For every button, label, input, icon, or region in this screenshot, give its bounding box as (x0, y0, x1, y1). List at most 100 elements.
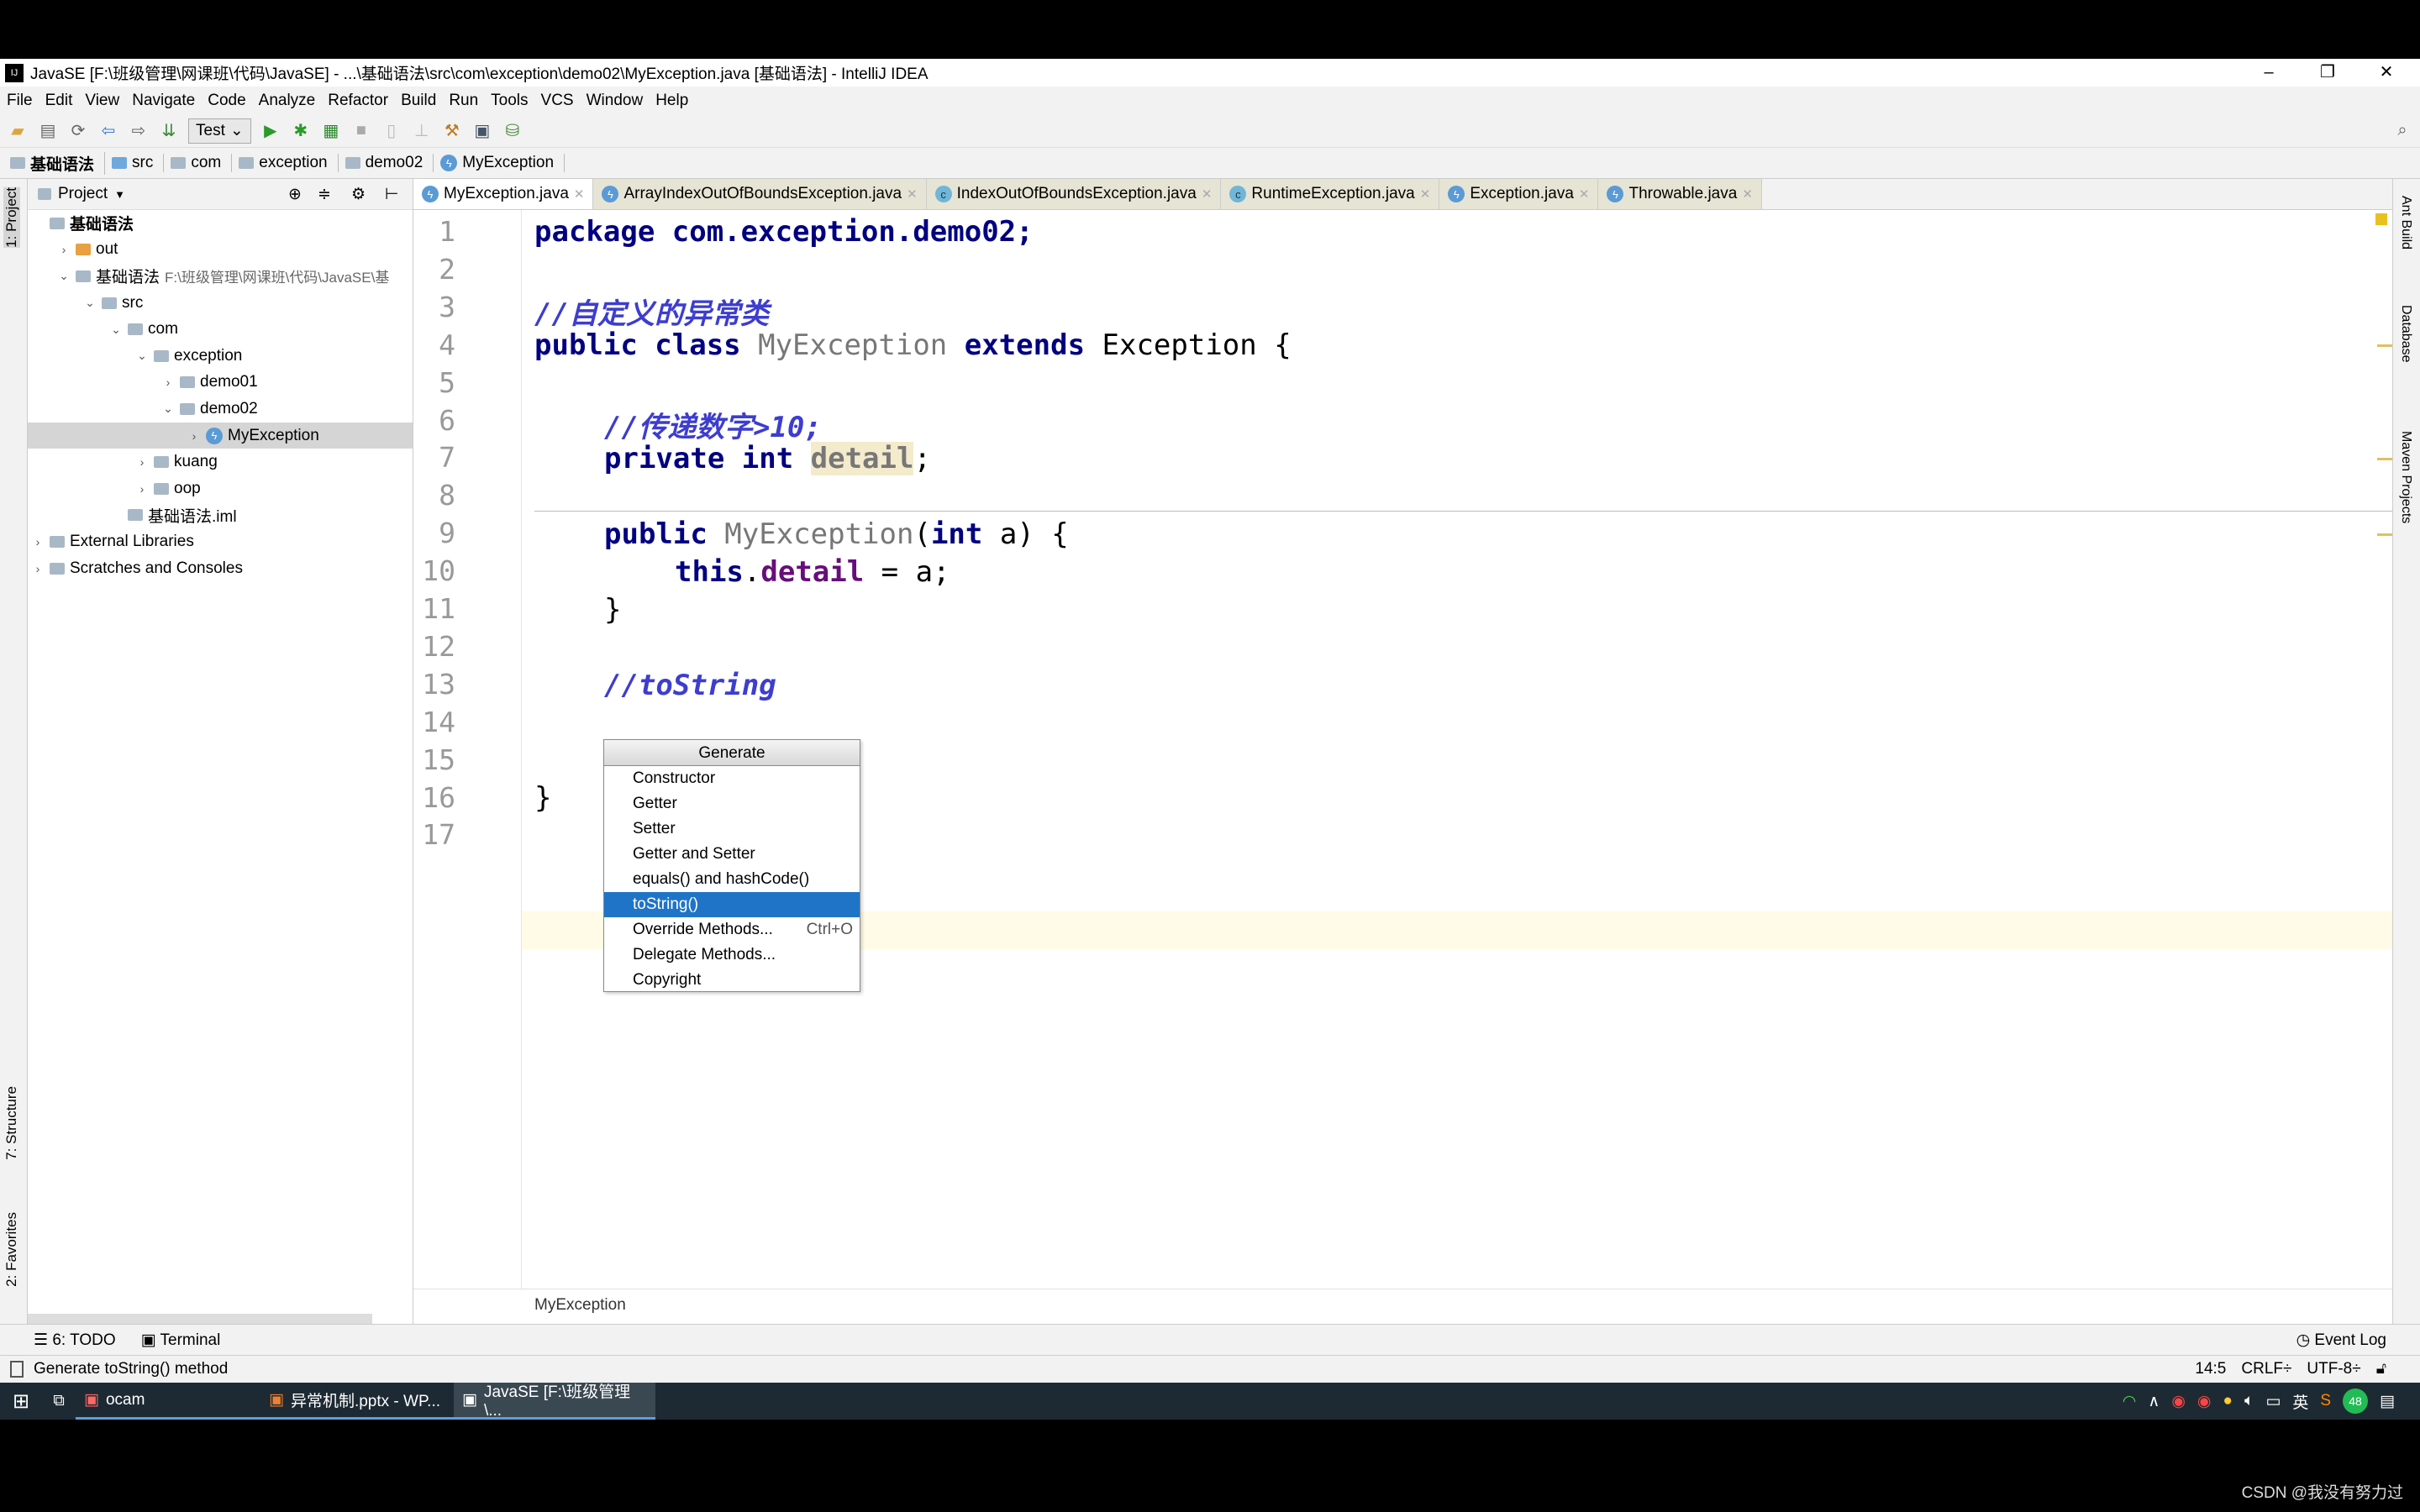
file-encoding[interactable]: UTF-8÷ (2307, 1360, 2360, 1378)
close-tab-icon[interactable]: ✕ (1579, 186, 1590, 202)
status-toggle-icon[interactable] (10, 1361, 24, 1378)
notification-badge[interactable]: 48 (2343, 1389, 2369, 1414)
generate-menu-item[interactable]: Override Methods... Ctrl+O (604, 917, 860, 942)
generate-menu-item[interactable]: Copyright (604, 968, 860, 993)
tree-item[interactable]: ⌄ src (28, 290, 413, 317)
line-separator[interactable]: CRLF÷ (2241, 1360, 2291, 1378)
close-tab-icon[interactable]: ✕ (1420, 186, 1431, 202)
menu-file[interactable]: File (7, 92, 33, 110)
windows-start-icon[interactable]: ⊞ (0, 1389, 42, 1414)
tree-item[interactable]: › oop (28, 475, 413, 502)
caret-position[interactable]: 14:5 (2195, 1360, 2226, 1378)
chevron-up-icon[interactable]: ∧ (2148, 1392, 2160, 1411)
generate-menu-item[interactable]: Delegate Methods... (604, 942, 860, 968)
search-icon[interactable]: ⌕ (2391, 120, 2413, 142)
menu-navigate[interactable]: Navigate (132, 92, 195, 110)
error-stripe-mark[interactable] (2377, 458, 2392, 460)
lock-icon[interactable]: 🔓︎ (2376, 1360, 2386, 1378)
locate-icon[interactable]: ⊕ (288, 185, 302, 204)
sdk-icon[interactable]: ⛁ (502, 120, 523, 142)
network-icon[interactable]: ▭ (2265, 1392, 2281, 1411)
run-icon[interactable]: ▶ (260, 120, 281, 142)
save-icon[interactable]: ▤ (37, 120, 59, 142)
menu-run[interactable]: Run (449, 92, 478, 110)
stop-icon[interactable]: ■ (350, 120, 372, 142)
project-tool-tab[interactable]: 1: Project (3, 187, 20, 248)
run-config-select[interactable]: Test ⌄ (188, 118, 251, 144)
editor-tab[interactable]: ϟ ArrayIndexOutOfBoundsException.java ✕ (593, 179, 927, 209)
sync-icon[interactable]: ⟳ (67, 120, 89, 142)
volume-icon[interactable]: 🔈︎ (2244, 1392, 2254, 1410)
taskbar-item-wps[interactable]: ▣ 异常机制.pptx - WP... (260, 1383, 454, 1420)
expand-arrow-icon[interactable]: ⌄ (83, 296, 97, 310)
task-view-icon[interactable]: ⧉ (42, 1392, 76, 1410)
event-log-tab[interactable]: ◷ Event Log (2296, 1331, 2386, 1350)
structure-tool-tab[interactable]: 7: Structure (3, 1086, 20, 1160)
breadcrumb-exception[interactable]: exception (239, 154, 339, 172)
project-structure-icon[interactable]: ▣ (471, 120, 493, 142)
editor-tab[interactable]: ϟ Exception.java ✕ (1439, 179, 1599, 209)
favorites-tool-tab[interactable]: 2: Favorites (3, 1212, 20, 1287)
chevron-down-icon[interactable]: ▼ (114, 188, 125, 201)
expand-arrow-icon[interactable]: ⌄ (109, 323, 123, 337)
taskbar-item-intellij[interactable]: ▣ JavaSE [F:\班级管理\... (454, 1383, 655, 1420)
minimize-button[interactable]: – (2244, 59, 2294, 87)
tree-item[interactable]: › out (28, 237, 413, 264)
debug-icon[interactable]: ✱ (290, 120, 312, 142)
expand-arrow-icon[interactable]: › (31, 535, 45, 549)
editor-breadcrumb[interactable]: MyException (413, 1289, 2392, 1324)
build-artifact-icon[interactable]: ▯ (381, 120, 402, 142)
tree-item[interactable]: ⌄ exception (28, 343, 413, 370)
breadcrumb-com[interactable]: com (171, 154, 233, 172)
restore-button[interactable]: ❐ (2302, 59, 2353, 87)
expand-arrow-icon[interactable]: › (161, 375, 175, 389)
terminal-tab[interactable]: ▣ Terminal (141, 1331, 221, 1350)
editor-tab[interactable]: c RuntimeException.java ✕ (1221, 179, 1440, 209)
database-tool-tab[interactable]: Database (2398, 305, 2413, 363)
menu-analyze[interactable]: Analyze (259, 92, 316, 110)
error-stripe-mark[interactable] (2377, 533, 2392, 536)
close-tab-icon[interactable]: ✕ (907, 186, 918, 202)
menu-window[interactable]: Window (587, 92, 644, 110)
close-tab-icon[interactable]: ✕ (1742, 186, 1753, 202)
tree-item[interactable]: › External Libraries (28, 528, 413, 555)
expand-arrow-icon[interactable]: › (31, 562, 45, 575)
ant-build-tool-tab[interactable]: Ant Build (2398, 196, 2413, 249)
wifi-icon[interactable]: ◠ (2123, 1392, 2137, 1411)
expand-arrow-icon[interactable]: › (135, 482, 149, 496)
menu-code[interactable]: Code (208, 92, 245, 110)
menu-build[interactable]: Build (401, 92, 436, 110)
taskbar-item-ocam[interactable]: ▣ ocam (76, 1383, 260, 1420)
close-tab-icon[interactable]: ✕ (1202, 186, 1213, 202)
tray-app-icon[interactable]: S (2320, 1392, 2331, 1410)
open-icon[interactable]: ▰ (7, 120, 29, 142)
editor-tab[interactable]: ϟ MyException.java ✕ (413, 179, 594, 209)
forward-icon[interactable]: ⇨ (128, 120, 150, 142)
tree-item[interactable]: › ϟ MyException (28, 422, 413, 449)
menu-refactor[interactable]: Refactor (328, 92, 388, 110)
tray-app-icon[interactable]: ◉ (2197, 1392, 2212, 1411)
tree-item[interactable]: 基础语法 (28, 210, 413, 237)
expand-arrow-icon[interactable]: › (57, 243, 71, 256)
generate-menu-item[interactable]: Getter (604, 791, 860, 816)
expand-arrow-icon[interactable]: ⌄ (161, 402, 175, 416)
close-button[interactable]: ✕ (2361, 59, 2412, 87)
tree-item[interactable]: 基础语法.iml (28, 502, 413, 529)
clean-icon[interactable]: ⊥ (411, 120, 433, 142)
collapse-all-icon[interactable]: ≑ (318, 185, 331, 204)
project-view-select[interactable]: Project (58, 185, 108, 203)
expand-arrow-icon[interactable]: › (135, 455, 149, 469)
close-tab-icon[interactable]: ✕ (574, 186, 585, 202)
expand-arrow-icon[interactable]: ⌄ (57, 269, 71, 283)
tree-item[interactable]: ⌄ 基础语法 F:\班级管理\网课班\代码\JavaSE\基 (28, 263, 413, 290)
expand-arrow-icon[interactable]: ⌄ (135, 349, 149, 363)
todo-tab[interactable]: ☰ 6: TODO (34, 1331, 116, 1350)
menu-tools[interactable]: Tools (491, 92, 528, 110)
error-stripe-mark[interactable] (2377, 344, 2392, 347)
inspection-status-icon[interactable] (2375, 213, 2387, 225)
generate-menu-item[interactable]: Constructor (604, 766, 860, 791)
settings-icon[interactable]: ⚒ (441, 120, 463, 142)
tree-item[interactable]: ⌄ com (28, 316, 413, 343)
horizontal-scrollbar[interactable] (28, 1314, 372, 1324)
coverage-icon[interactable]: ▦ (320, 120, 342, 142)
